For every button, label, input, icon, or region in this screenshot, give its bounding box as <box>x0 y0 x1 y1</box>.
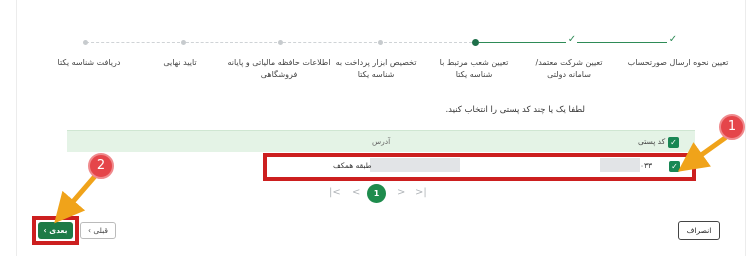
annotation-badge-2: 2 <box>88 153 114 179</box>
annotation-arrow-2 <box>54 172 99 224</box>
annotation-arrow-1 <box>677 135 728 172</box>
annotation-badge-1: 1 <box>719 114 745 140</box>
annotation-arrows <box>54 135 728 224</box>
